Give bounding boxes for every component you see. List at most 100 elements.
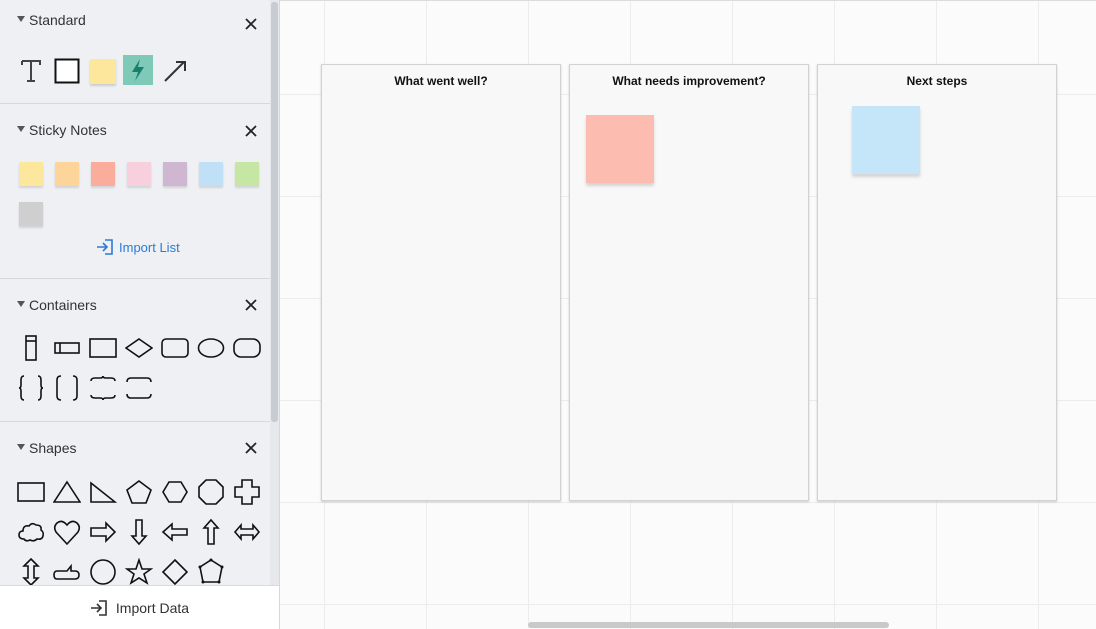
callout-icon bbox=[53, 563, 80, 580]
up-arrow-icon bbox=[202, 518, 220, 545]
close-icon[interactable] bbox=[243, 440, 259, 456]
ellipse-container-icon bbox=[197, 338, 225, 358]
container-ellipse[interactable] bbox=[195, 332, 227, 364]
container-vertical-bar[interactable] bbox=[15, 332, 47, 364]
cloud-icon bbox=[18, 522, 45, 542]
horizontal-brackets-icon bbox=[126, 377, 152, 399]
hexagon-icon bbox=[162, 481, 188, 503]
shape-left-arrow[interactable] bbox=[159, 516, 191, 548]
sticky-note-red[interactable] bbox=[91, 162, 115, 186]
section-header-standard[interactable]: Standard bbox=[0, 0, 270, 40]
container-brackets[interactable] bbox=[51, 372, 83, 404]
sticky-note-yellow[interactable] bbox=[19, 162, 43, 186]
rectangle-icon bbox=[17, 482, 45, 502]
container-diamond[interactable] bbox=[123, 332, 155, 364]
sidebar-scrollbar[interactable] bbox=[270, 0, 279, 585]
container-rounded-rect[interactable] bbox=[159, 332, 191, 364]
left-arrow-icon bbox=[161, 522, 188, 542]
close-icon[interactable] bbox=[243, 123, 259, 139]
shape-rectangle[interactable] bbox=[15, 476, 47, 508]
column-title: What needs improvement? bbox=[612, 74, 766, 88]
shape-cross[interactable] bbox=[231, 476, 263, 508]
sidebar-scroll-area[interactable]: Standard Sticky Notes Import List Contai… bbox=[0, 0, 270, 585]
drawing-canvas[interactable]: What went well? What needs improvement? … bbox=[280, 0, 1096, 629]
section-header-sticky-notes[interactable]: Sticky Notes bbox=[0, 104, 270, 144]
quick-action-tool[interactable] bbox=[123, 55, 153, 85]
shape-left-right-arrow[interactable] bbox=[231, 516, 263, 548]
shape-octagon[interactable] bbox=[195, 476, 227, 508]
caret-down-icon[interactable] bbox=[17, 126, 25, 132]
canvas-horizontal-scrollbar[interactable] bbox=[528, 622, 889, 628]
rectangle-tool[interactable] bbox=[51, 55, 83, 87]
shape-heart[interactable] bbox=[51, 516, 83, 548]
section-sticky-notes: Sticky Notes Import List bbox=[0, 104, 270, 279]
retro-column-went-well[interactable]: What went well? bbox=[321, 64, 561, 501]
container-horizontal-bar[interactable] bbox=[51, 332, 83, 364]
caret-down-icon[interactable] bbox=[17, 444, 25, 450]
cross-icon bbox=[234, 479, 260, 505]
import-list-button[interactable]: Import List bbox=[96, 237, 180, 257]
close-icon[interactable] bbox=[243, 297, 259, 313]
sticky-note-tool[interactable] bbox=[87, 55, 119, 87]
pill-container-icon bbox=[233, 338, 261, 358]
shape-hexagon[interactable] bbox=[159, 476, 191, 508]
section-title: Standard bbox=[29, 12, 86, 28]
sticky-note-card[interactable] bbox=[852, 106, 920, 174]
retro-column-next-steps[interactable]: Next steps bbox=[817, 64, 1057, 501]
section-title: Sticky Notes bbox=[29, 122, 107, 138]
caret-down-icon[interactable] bbox=[17, 16, 25, 22]
close-icon[interactable] bbox=[243, 16, 259, 32]
sidebar-scrollbar-thumb[interactable] bbox=[271, 2, 278, 422]
sticky-note-green[interactable] bbox=[235, 162, 259, 186]
shape-up-arrow[interactable] bbox=[195, 516, 227, 548]
section-title: Containers bbox=[29, 297, 97, 313]
shape-diamond[interactable] bbox=[159, 556, 191, 585]
diamond-container-icon bbox=[125, 338, 153, 358]
shape-star[interactable] bbox=[123, 556, 155, 585]
sticky-note-orange[interactable] bbox=[55, 162, 79, 186]
line-tool[interactable] bbox=[159, 55, 191, 87]
shape-callout[interactable] bbox=[51, 556, 83, 585]
shape-right-triangle[interactable] bbox=[87, 476, 119, 508]
caret-down-icon[interactable] bbox=[17, 301, 25, 307]
sticky-note-blue[interactable] bbox=[199, 162, 223, 186]
section-containers: Containers bbox=[0, 279, 270, 422]
import-icon bbox=[97, 239, 113, 255]
text-tool[interactable] bbox=[15, 55, 47, 87]
shape-pentagon[interactable] bbox=[123, 476, 155, 508]
container-horizontal-braces[interactable] bbox=[87, 372, 119, 404]
column-title: What went well? bbox=[394, 74, 488, 88]
section-header-containers[interactable]: Containers bbox=[0, 279, 270, 319]
circle-icon bbox=[90, 559, 116, 585]
shape-library-sidebar: Standard Sticky Notes Import List Contai… bbox=[0, 0, 280, 629]
import-data-button[interactable]: Import Data bbox=[0, 585, 279, 629]
lightning-icon bbox=[132, 59, 144, 81]
shape-pentagon-selected[interactable] bbox=[195, 556, 227, 585]
retro-column-needs-improvement[interactable]: What needs improvement? bbox=[569, 64, 809, 501]
sticky-note-purple[interactable] bbox=[163, 162, 187, 186]
shape-cloud[interactable] bbox=[15, 516, 47, 548]
container-curly-braces[interactable] bbox=[15, 372, 47, 404]
sticky-note-card[interactable] bbox=[586, 115, 654, 183]
curly-braces-icon bbox=[18, 375, 44, 401]
container-rectangle[interactable] bbox=[87, 332, 119, 364]
sticky-note-pink[interactable] bbox=[127, 162, 151, 186]
brackets-icon bbox=[56, 375, 78, 401]
shape-triangle[interactable] bbox=[51, 476, 83, 508]
shape-right-arrow[interactable] bbox=[87, 516, 119, 548]
section-header-shapes[interactable]: Shapes bbox=[0, 422, 270, 462]
triangle-icon bbox=[53, 480, 81, 503]
rectangle-container-icon bbox=[89, 338, 117, 358]
import-data-label: Import Data bbox=[115, 599, 190, 616]
pentagon-icon bbox=[126, 480, 152, 504]
left-right-arrow-icon bbox=[233, 522, 261, 542]
sticky-note-gray[interactable] bbox=[19, 202, 43, 226]
pentagon-selected-icon bbox=[198, 558, 224, 584]
text-icon bbox=[21, 60, 41, 82]
shape-down-arrow[interactable] bbox=[123, 516, 155, 548]
container-horizontal-brackets[interactable] bbox=[123, 372, 155, 404]
container-pill[interactable] bbox=[231, 332, 263, 364]
horizontal-bar-icon bbox=[54, 342, 80, 354]
shape-up-down-arrow[interactable] bbox=[15, 556, 47, 585]
shape-circle[interactable] bbox=[87, 556, 119, 585]
